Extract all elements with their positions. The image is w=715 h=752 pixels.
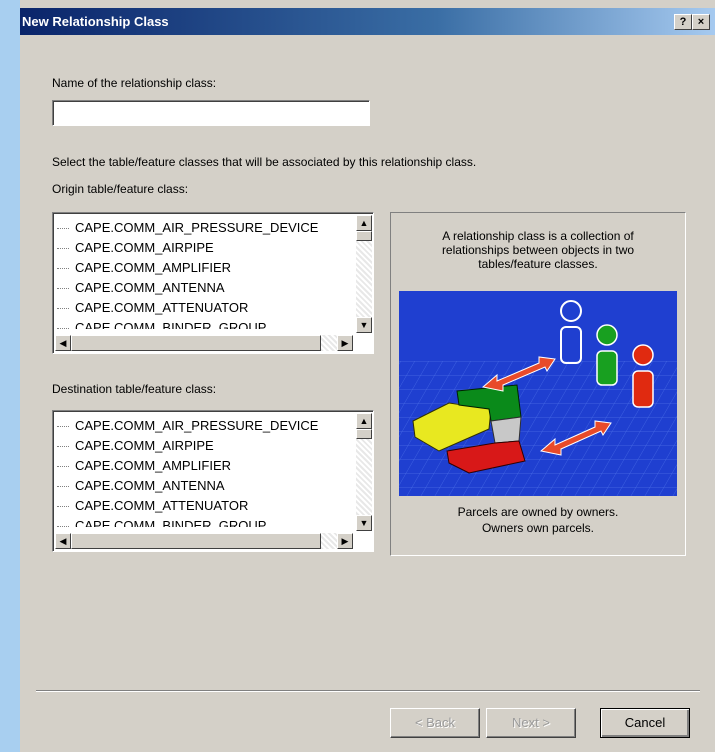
info-panel: A relationship class is a collection of …: [390, 212, 686, 556]
scroll-thumb[interactable]: [71, 335, 321, 351]
destination-list: CAPE.COMM_AIR_PRESSURE_DEVICE CAPE.COMM_…: [57, 417, 347, 527]
destination-vertical-scrollbar[interactable]: ▲ ▼: [356, 413, 372, 531]
tree-connector: [57, 328, 69, 329]
scroll-up-icon[interactable]: ▲: [356, 215, 372, 231]
origin-horizontal-scrollbar[interactable]: ◀ ▶: [55, 335, 353, 351]
scroll-down-icon[interactable]: ▼: [356, 317, 372, 333]
cancel-button[interactable]: Cancel: [600, 708, 690, 738]
list-item[interactable]: CAPE.COMM_ATTENUATOR: [57, 497, 347, 517]
tree-connector: [57, 268, 69, 270]
scroll-down-icon[interactable]: ▼: [356, 515, 372, 531]
scroll-left-icon[interactable]: ◀: [55, 335, 71, 351]
tree-connector: [57, 228, 69, 230]
name-label: Name of the relationship class:: [52, 76, 217, 90]
tree-connector: [57, 248, 69, 250]
origin-listbox[interactable]: CAPE.COMM_AIR_PRESSURE_DEVICE CAPE.COMM_…: [52, 212, 374, 354]
destination-listbox[interactable]: CAPE.COMM_AIR_PRESSURE_DEVICE CAPE.COMM_…: [52, 410, 374, 552]
list-item[interactable]: CAPE.COMM_BINDER_GROUP: [57, 319, 347, 329]
title-bar[interactable]: New Relationship Class ? ×: [20, 8, 715, 35]
scroll-thumb[interactable]: [356, 231, 372, 241]
tree-connector: [57, 486, 69, 488]
destination-label: Destination table/feature class:: [52, 382, 217, 396]
list-item[interactable]: CAPE.COMM_BINDER_GROUP: [57, 517, 347, 527]
separator: [36, 690, 700, 692]
list-item[interactable]: CAPE.COMM_ANTENNA: [57, 279, 347, 299]
close-button[interactable]: ×: [692, 14, 710, 30]
tree-connector: [57, 526, 69, 527]
tree-connector: [57, 446, 69, 448]
scroll-thumb[interactable]: [71, 533, 321, 549]
origin-label: Origin table/feature class:: [52, 182, 189, 196]
new-relationship-class-dialog: New Relationship Class ? × Name of the r…: [20, 0, 715, 752]
help-button[interactable]: ?: [674, 14, 692, 30]
tree-connector: [57, 506, 69, 508]
info-description: A relationship class is a collection of …: [441, 229, 635, 271]
next-button[interactable]: Next >: [486, 708, 576, 738]
list-item[interactable]: CAPE.COMM_AMPLIFIER: [57, 259, 347, 279]
list-item[interactable]: CAPE.COMM_ATTENUATOR: [57, 299, 347, 319]
tree-connector: [57, 308, 69, 310]
name-input[interactable]: [52, 100, 370, 126]
list-item[interactable]: CAPE.COMM_AIRPIPE: [57, 239, 347, 259]
relationship-illustration: [399, 291, 677, 496]
tree-connector: [57, 426, 69, 428]
scroll-up-icon[interactable]: ▲: [356, 413, 372, 429]
list-item[interactable]: CAPE.COMM_ANTENNA: [57, 477, 347, 497]
destination-horizontal-scrollbar[interactable]: ◀ ▶: [55, 533, 353, 549]
origin-vertical-scrollbar[interactable]: ▲ ▼: [356, 215, 372, 333]
scroll-left-icon[interactable]: ◀: [55, 533, 71, 549]
scroll-right-icon[interactable]: ▶: [337, 533, 353, 549]
scroll-thumb[interactable]: [356, 429, 372, 439]
back-button[interactable]: < Back: [390, 708, 480, 738]
list-item[interactable]: CAPE.COMM_AMPLIFIER: [57, 457, 347, 477]
info-caption-line-2: Owners own parcels.: [481, 521, 595, 535]
list-item[interactable]: CAPE.COMM_AIRPIPE: [57, 437, 347, 457]
info-caption-line-1: Parcels are owned by owners.: [457, 505, 619, 519]
tree-connector: [57, 466, 69, 468]
instructions-text: Select the table/feature classes that wi…: [52, 155, 477, 169]
list-item[interactable]: CAPE.COMM_AIR_PRESSURE_DEVICE: [57, 417, 347, 437]
list-item[interactable]: CAPE.COMM_AIR_PRESSURE_DEVICE: [57, 219, 347, 239]
scroll-right-icon[interactable]: ▶: [337, 335, 353, 351]
tree-connector: [57, 288, 69, 290]
window-title: New Relationship Class: [22, 14, 169, 29]
origin-list: CAPE.COMM_AIR_PRESSURE_DEVICE CAPE.COMM_…: [57, 219, 347, 329]
